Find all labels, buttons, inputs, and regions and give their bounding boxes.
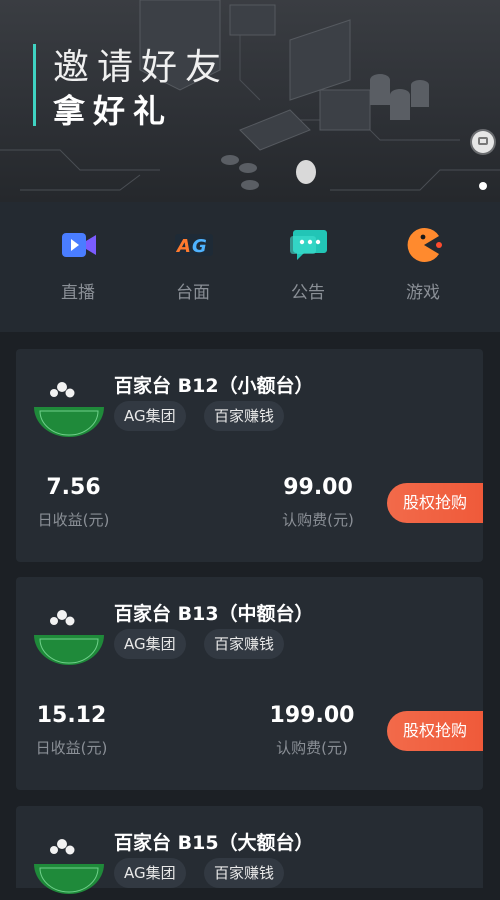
table-card[interactable]: 百家台 B12（小额台） AG集团 百家赚钱 7.56 日收益(元) 99.00…	[16, 349, 483, 562]
tag-provider: AG集团	[114, 858, 186, 888]
daily-income-value: 15.12	[36, 703, 107, 728]
card-title: 百家台 B13（中额台）	[114, 603, 314, 625]
nav-item-live[interactable]: 直播	[28, 202, 128, 332]
banner-accent-bar	[33, 44, 36, 126]
chat-bubble-icon	[290, 230, 327, 260]
buy-equity-button[interactable]: 股权抢购	[387, 483, 483, 523]
svg-text:A: A	[175, 236, 191, 257]
nav-item-label: 台面	[176, 283, 210, 303]
svg-text:G: G	[192, 236, 207, 257]
tag-provider: AG集团	[114, 629, 186, 659]
banner-title: 邀请好友	[53, 47, 230, 88]
nav-item-games[interactable]: 游戏	[373, 202, 473, 332]
nav-item-label: 直播	[61, 283, 95, 303]
daily-income-value: 7.56	[46, 475, 101, 500]
category-nav: 直播 A G 台面 公告 游戏	[0, 202, 500, 332]
tag-category: 百家赚钱	[204, 629, 285, 659]
nav-item-announcement[interactable]: 公告	[258, 202, 358, 332]
table-card[interactable]: 百家台 B15（大额台） AG集团 百家赚钱	[16, 806, 483, 894]
banner-subtitle: 拿好礼	[53, 92, 174, 130]
invite-banner[interactable]: 邀请好友 拿好礼	[0, 0, 500, 202]
tag-provider: AG集团	[114, 401, 186, 431]
video-camera-icon	[62, 233, 96, 257]
baccarat-table-icon	[34, 382, 104, 437]
fee-label: 认购费(元)	[282, 511, 354, 529]
baccarat-table-icon	[34, 839, 104, 894]
nav-item-label: 公告	[291, 283, 325, 303]
fee-value: 199.00	[269, 703, 355, 728]
baccarat-table-icon	[34, 610, 104, 665]
pacman-icon	[407, 228, 442, 262]
card-title: 百家台 B12（小额台）	[114, 375, 314, 397]
nav-item-label: 游戏	[406, 283, 440, 303]
nav-item-table[interactable]: A G 台面	[143, 202, 243, 332]
carousel-indicator[interactable]	[479, 182, 487, 190]
daily-income-label: 日收益(元)	[37, 511, 110, 529]
fee-label: 认购费(元)	[276, 739, 348, 757]
tag-category: 百家赚钱	[204, 858, 285, 888]
customer-service-button[interactable]	[472, 131, 494, 153]
fee-value: 99.00	[283, 475, 353, 500]
buy-equity-button[interactable]: 股权抢购	[387, 711, 483, 751]
tag-category: 百家赚钱	[204, 401, 285, 431]
table-card[interactable]: 百家台 B13（中额台） AG集团 百家赚钱 15.12 日收益(元) 199.…	[16, 577, 483, 790]
ag-logo-icon: A G	[175, 234, 213, 257]
card-title: 百家台 B15（大额台）	[114, 832, 314, 854]
daily-income-label: 日收益(元)	[35, 739, 108, 757]
message-icon	[478, 137, 488, 145]
